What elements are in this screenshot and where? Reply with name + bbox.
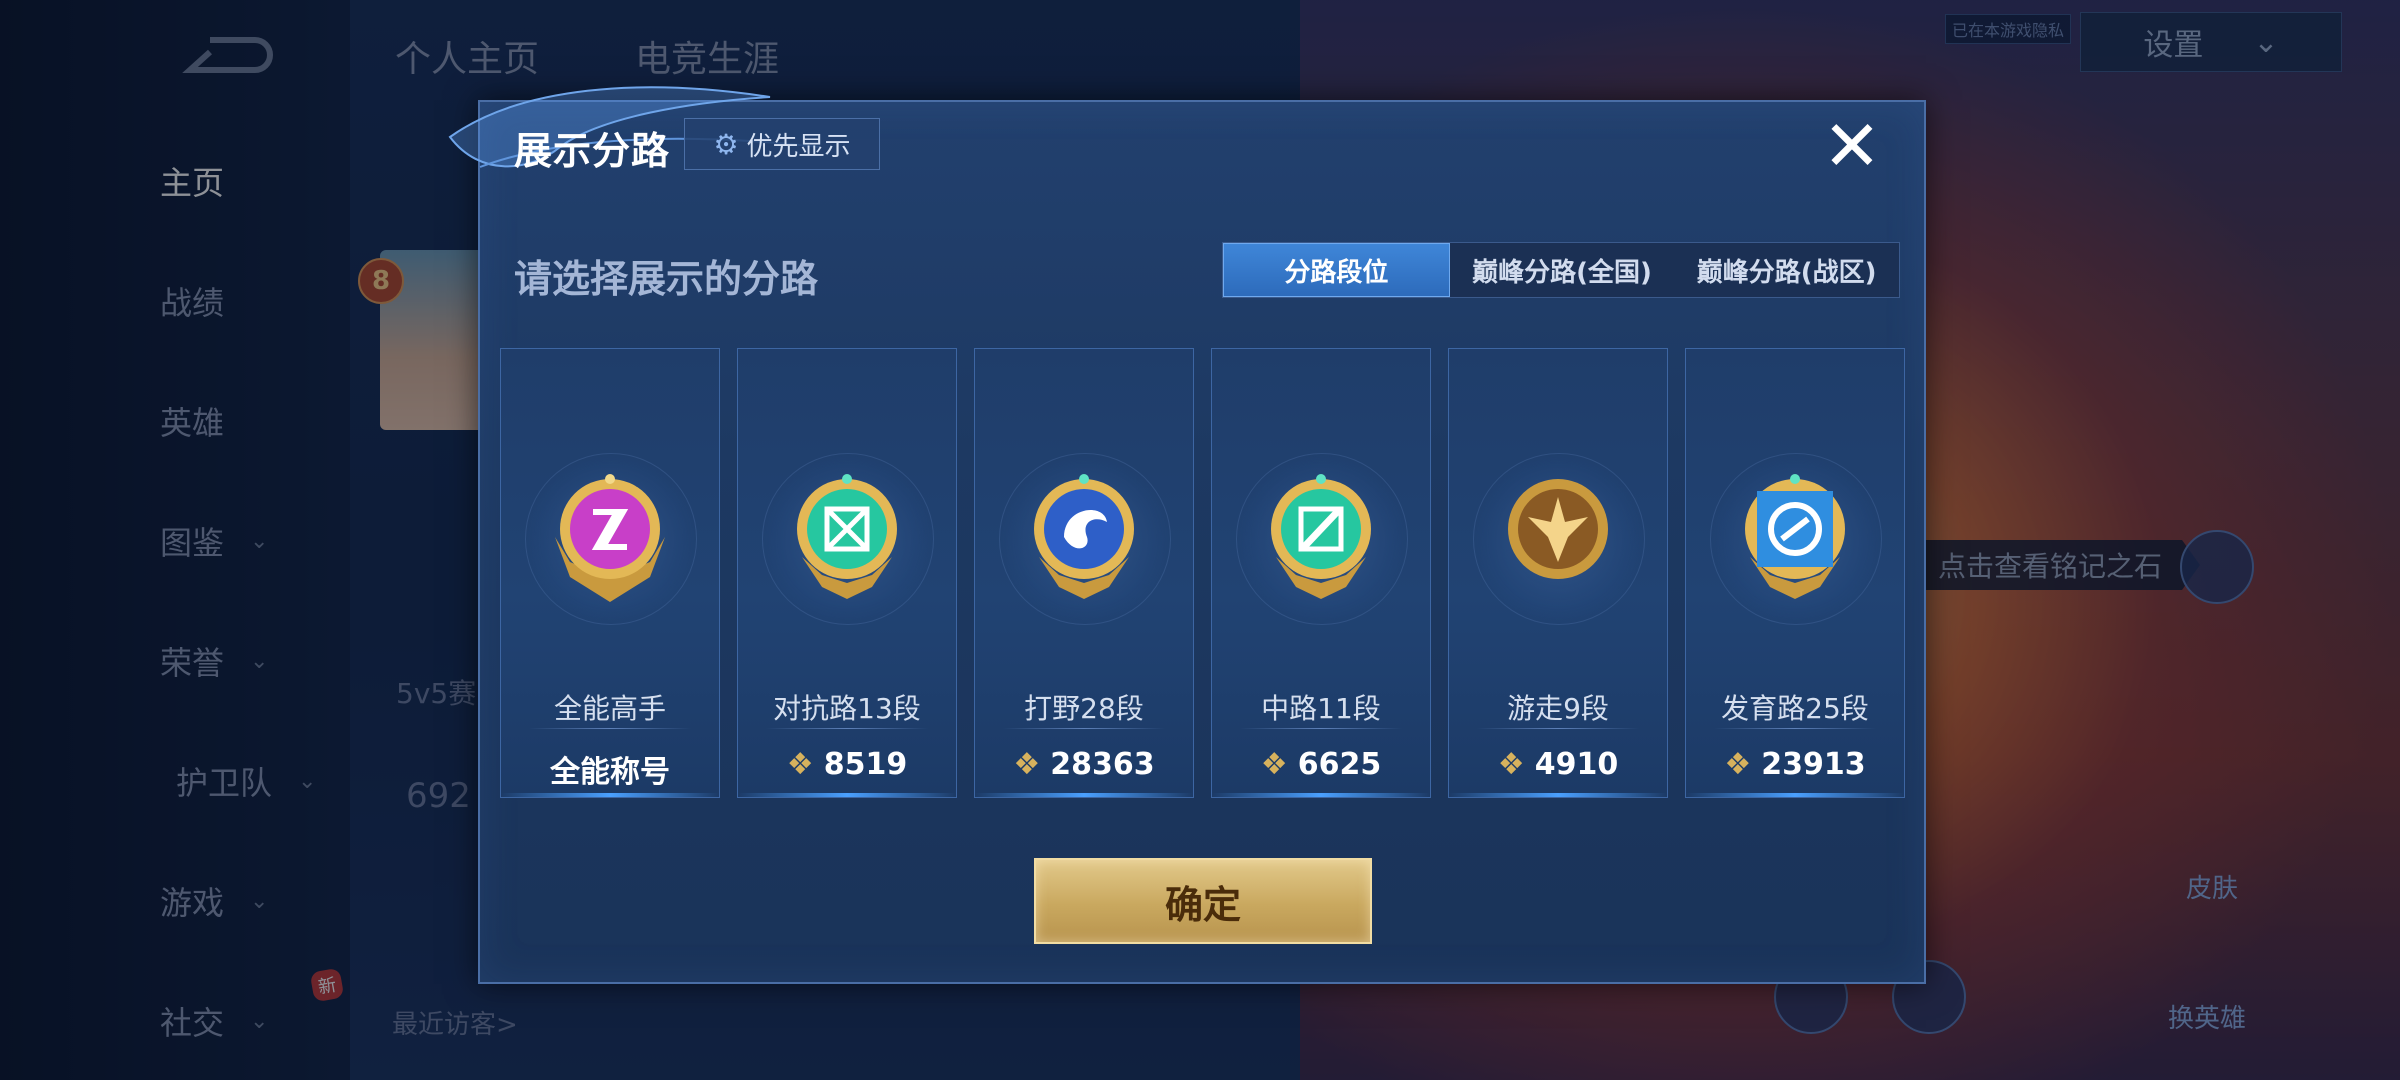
card-divider [1240, 728, 1402, 729]
all-rounder-emblem-icon [555, 474, 665, 602]
lane-tab-group: 分路段位 巅峰分路(全国) 巅峰分路(战区) [1222, 242, 1900, 298]
lane-name: 对抗路13段 [773, 692, 921, 725]
tab-peak-national[interactable]: 巅峰分路(全国) [1450, 243, 1675, 297]
lane-name: 发育路25段 [1721, 692, 1869, 725]
lane-value: ❖ 4910 [1449, 747, 1667, 782]
mid-lane-emblem-icon [1271, 474, 1371, 599]
lane-value-text: 全能称号 [550, 755, 670, 790]
card-divider [1477, 728, 1639, 729]
lane-card[interactable]: 中路11段 ❖ 6625 [1211, 348, 1431, 798]
card-divider [529, 728, 691, 729]
card-divider [1714, 728, 1876, 729]
lane-name: 游走9段 [1507, 692, 1609, 725]
dialog-title: 展示分路 [514, 129, 671, 173]
lane-value: ❖ 8519 [738, 747, 956, 782]
lane-card[interactable]: 游走9段 ❖ 4910 [1448, 348, 1668, 798]
priority-display-button[interactable]: ⚙ 优先显示 [684, 118, 880, 170]
lane-card[interactable]: 全能高手 全能称号 [500, 348, 720, 798]
card-divider [1003, 728, 1165, 729]
lane-display-dialog: 展示分路 ⚙ 优先显示 ✕ 请选择展示的分路 分路段位 巅峰分路(全国) 巅峰分… [448, 86, 1926, 984]
lane-value: 全能称号 [501, 747, 719, 791]
gear-icon: ⚙ [713, 127, 739, 161]
dialog-subtitle: 请选择展示的分路 [514, 257, 819, 301]
priority-label: 优先显示 [746, 131, 851, 162]
points-icon: ❖ [1497, 747, 1525, 782]
lane-value-text: 4910 [1534, 747, 1619, 782]
lane-value: ❖ 23913 [1686, 747, 1904, 782]
clash-lane-emblem-icon [797, 474, 897, 599]
farm-lane-emblem-icon [1745, 474, 1845, 599]
lane-value: ❖ 28363 [975, 747, 1193, 782]
confirm-button[interactable]: 确定 [1034, 858, 1372, 944]
points-icon: ❖ [786, 747, 814, 782]
lane-value-text: 23913 [1761, 747, 1866, 782]
card-divider [766, 728, 928, 729]
close-button[interactable]: ✕ [1820, 111, 1884, 181]
lane-card-list: 全能高手 全能称号 对抗路13段 ❖ 8519 打野28段 ❖ 28363 中路… [500, 348, 1905, 798]
tab-lane-rank[interactable]: 分路段位 [1223, 243, 1450, 297]
lane-name: 打野28段 [1024, 692, 1144, 725]
lane-card[interactable]: 对抗路13段 ❖ 8519 [737, 348, 957, 798]
points-icon: ❖ [1724, 747, 1752, 782]
roam-emblem-icon [1508, 479, 1608, 579]
lane-value: ❖ 6625 [1212, 747, 1430, 782]
points-icon: ❖ [1013, 747, 1041, 782]
lane-card[interactable]: 发育路25段 ❖ 23913 [1685, 348, 1905, 798]
points-icon: ❖ [1260, 747, 1288, 782]
lane-name: 中路11段 [1261, 692, 1381, 725]
lane-value-text: 28363 [1050, 747, 1155, 782]
lane-name: 全能高手 [553, 692, 666, 725]
lane-value-text: 8519 [823, 747, 908, 782]
jungle-emblem-icon [1034, 474, 1134, 599]
lane-value-text: 6625 [1297, 747, 1382, 782]
tab-peak-region[interactable]: 巅峰分路(战区) [1674, 243, 1899, 297]
lane-card[interactable]: 打野28段 ❖ 28363 [974, 348, 1194, 798]
